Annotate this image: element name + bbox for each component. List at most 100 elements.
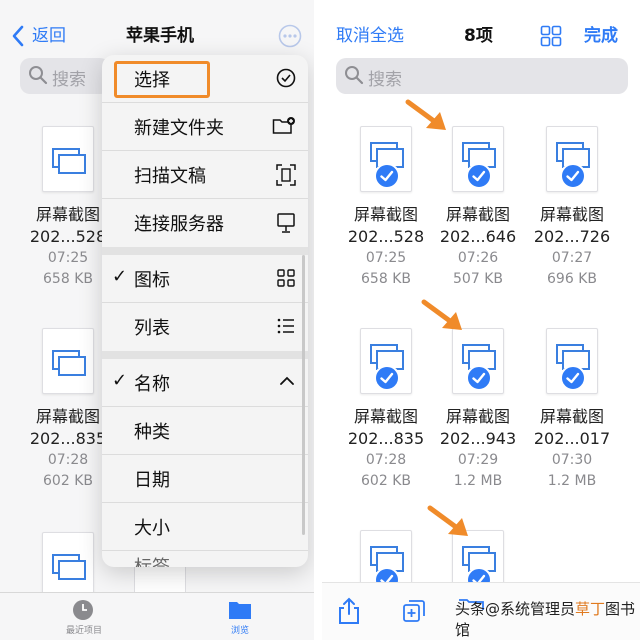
pointer-arrow-icon <box>427 505 468 536</box>
file-name-short: 202...646 <box>439 227 517 246</box>
file-item[interactable]: 屏幕截图 202...726 07:27 696 KB <box>524 126 620 290</box>
file-thumbnail <box>42 532 94 598</box>
tab-browse[interactable]: 浏览 <box>231 623 249 636</box>
selection-count: 8项 <box>464 26 493 46</box>
file-name: 屏幕截图 <box>353 205 418 224</box>
selected-check-icon <box>374 365 400 391</box>
watermark-prefix: 头条@系统管理员 <box>455 600 576 618</box>
done-button[interactable]: 完成 <box>584 24 618 48</box>
file-thumbnail <box>360 126 412 192</box>
grid-icon <box>276 268 296 292</box>
menu-separator <box>102 351 308 359</box>
file-name: 屏幕截图 <box>445 407 510 426</box>
menu-item-label: 新建文件夹 <box>134 118 224 139</box>
selected-check-icon <box>560 365 586 391</box>
watermark: 头条@系统管理员草丁图书馆 <box>455 598 640 640</box>
search-field[interactable]: 搜索 <box>336 58 628 94</box>
menu-item-sort-tags[interactable]: 标签 <box>102 551 308 567</box>
watermark-brand: 草丁 <box>575 600 606 618</box>
file-thumbnail <box>42 126 94 192</box>
file-size: 507 KB <box>453 271 503 287</box>
file-thumbnail <box>42 328 94 394</box>
search-field[interactable]: 搜索 <box>20 58 110 94</box>
tab-recent[interactable]: 最近项目 <box>66 623 102 636</box>
file-item[interactable]: 屏幕截图 202...835 07:28 602 KB <box>338 328 434 492</box>
context-menu: 选择 新建文件夹 扫描文稿 连接服务器 ✓ 图标 列表 ✓ 名称 种类 日期 大… <box>102 55 308 567</box>
file-time: 07:26 <box>457 250 499 266</box>
right-screen: 取消全选 8项 完成 搜索 屏幕截图 202...528 07:25 658 KB 屏幕… <box>322 0 640 640</box>
file-item[interactable]: 屏幕截图 202...528 07:25 658 KB <box>338 126 434 290</box>
file-item[interactable]: 屏幕截图 202...943 07:29 1.2 MB <box>430 328 526 492</box>
file-size: 696 KB <box>547 271 597 287</box>
menu-item-sort-size[interactable]: 大小 <box>102 503 308 551</box>
menu-item-sort-kind[interactable]: 种类 <box>102 407 308 455</box>
file-thumbnail <box>452 126 504 192</box>
select-highlight-box <box>114 61 210 98</box>
menu-item-label: 扫描文稿 <box>134 166 206 187</box>
file-time: 07:30 <box>551 452 593 468</box>
menu-item-sort-date[interactable]: 日期 <box>102 455 308 503</box>
menu-item-new-folder[interactable]: 新建文件夹 <box>102 103 308 151</box>
back-chevron-icon[interactable] <box>12 25 24 51</box>
file-item[interactable]: 屏幕截图 202...017 07:30 1.2 MB <box>524 328 620 492</box>
file-thumbnail <box>546 328 598 394</box>
tab-bar: 最近项目 浏览 <box>0 592 314 640</box>
file-name-short: 202...835 <box>347 429 425 448</box>
search-placeholder: 搜索 <box>368 70 402 90</box>
file-name: 屏幕截图 <box>445 205 510 224</box>
file-size: 1.2 MB <box>547 473 597 489</box>
file-name-short: 202...017 <box>533 429 611 448</box>
file-name-short: 202...528 <box>347 227 425 246</box>
file-thumbnail <box>360 328 412 394</box>
file-size: 658 KB <box>361 271 411 287</box>
file-time: 07:25 <box>365 250 407 266</box>
clock-icon[interactable] <box>72 599 94 625</box>
menu-item-label: 连接服务器 <box>134 214 224 235</box>
menu-separator <box>102 247 308 255</box>
menu-item-icons[interactable]: ✓ 图标 <box>102 255 308 303</box>
pointer-arrow-icon <box>421 299 462 330</box>
selected-check-icon <box>466 365 492 391</box>
file-item[interactable]: 屏幕截图 202...646 07:26 507 KB <box>430 126 526 290</box>
pointer-arrow-icon <box>405 99 446 130</box>
file-name: 屏幕截图 <box>539 205 604 224</box>
menu-item-label: 种类 <box>134 422 170 443</box>
grid-view-icon[interactable] <box>540 25 562 51</box>
checkmark-circle-icon <box>276 68 296 92</box>
file-name-short: 202...943 <box>439 429 517 448</box>
chevron-up-icon <box>278 372 296 394</box>
menu-item-sort-name[interactable]: ✓ 名称 <box>102 359 308 407</box>
deselect-all-button[interactable]: 取消全选 <box>336 24 404 48</box>
list-icon <box>276 316 296 340</box>
share-icon[interactable] <box>338 597 360 629</box>
search-icon <box>28 65 48 89</box>
selected-check-icon <box>374 163 400 189</box>
file-thumbnail <box>452 328 504 394</box>
file-time: 07:27 <box>551 250 593 266</box>
menu-item-scan[interactable]: 扫描文稿 <box>102 151 308 199</box>
menu-item-label: 名称 <box>134 374 170 395</box>
menu-item-label: 日期 <box>134 470 170 491</box>
folder-icon[interactable] <box>228 599 252 625</box>
menu-item-list[interactable]: 列表 <box>102 303 308 351</box>
file-name-short: 202...726 <box>533 227 611 246</box>
search-icon <box>344 65 364 89</box>
left-screen: 返回 苹果手机 搜索 屏幕截图 202...528 07:25 658 KB 屏… <box>0 0 314 640</box>
selected-check-icon <box>466 163 492 189</box>
file-time: 07:28 <box>365 452 407 468</box>
file-size: 602 KB <box>361 473 411 489</box>
more-icon[interactable] <box>278 24 302 52</box>
left-nav-bar: 返回 苹果手机 <box>0 0 314 56</box>
menu-item-connect-server[interactable]: 连接服务器 <box>102 199 308 247</box>
duplicate-icon[interactable] <box>402 599 426 627</box>
menu-item-label: 大小 <box>134 518 170 539</box>
selected-check-icon <box>560 163 586 189</box>
menu-item-label: 列表 <box>134 318 170 339</box>
document-scan-icon <box>276 164 296 190</box>
back-button[interactable]: 返回 <box>32 24 66 48</box>
file-time: 07:29 <box>457 452 499 468</box>
file-name: 屏幕截图 <box>539 407 604 426</box>
right-nav-bar: 取消全选 8项 完成 <box>322 0 640 56</box>
menu-scrollbar[interactable] <box>302 255 305 535</box>
file-thumbnail <box>546 126 598 192</box>
